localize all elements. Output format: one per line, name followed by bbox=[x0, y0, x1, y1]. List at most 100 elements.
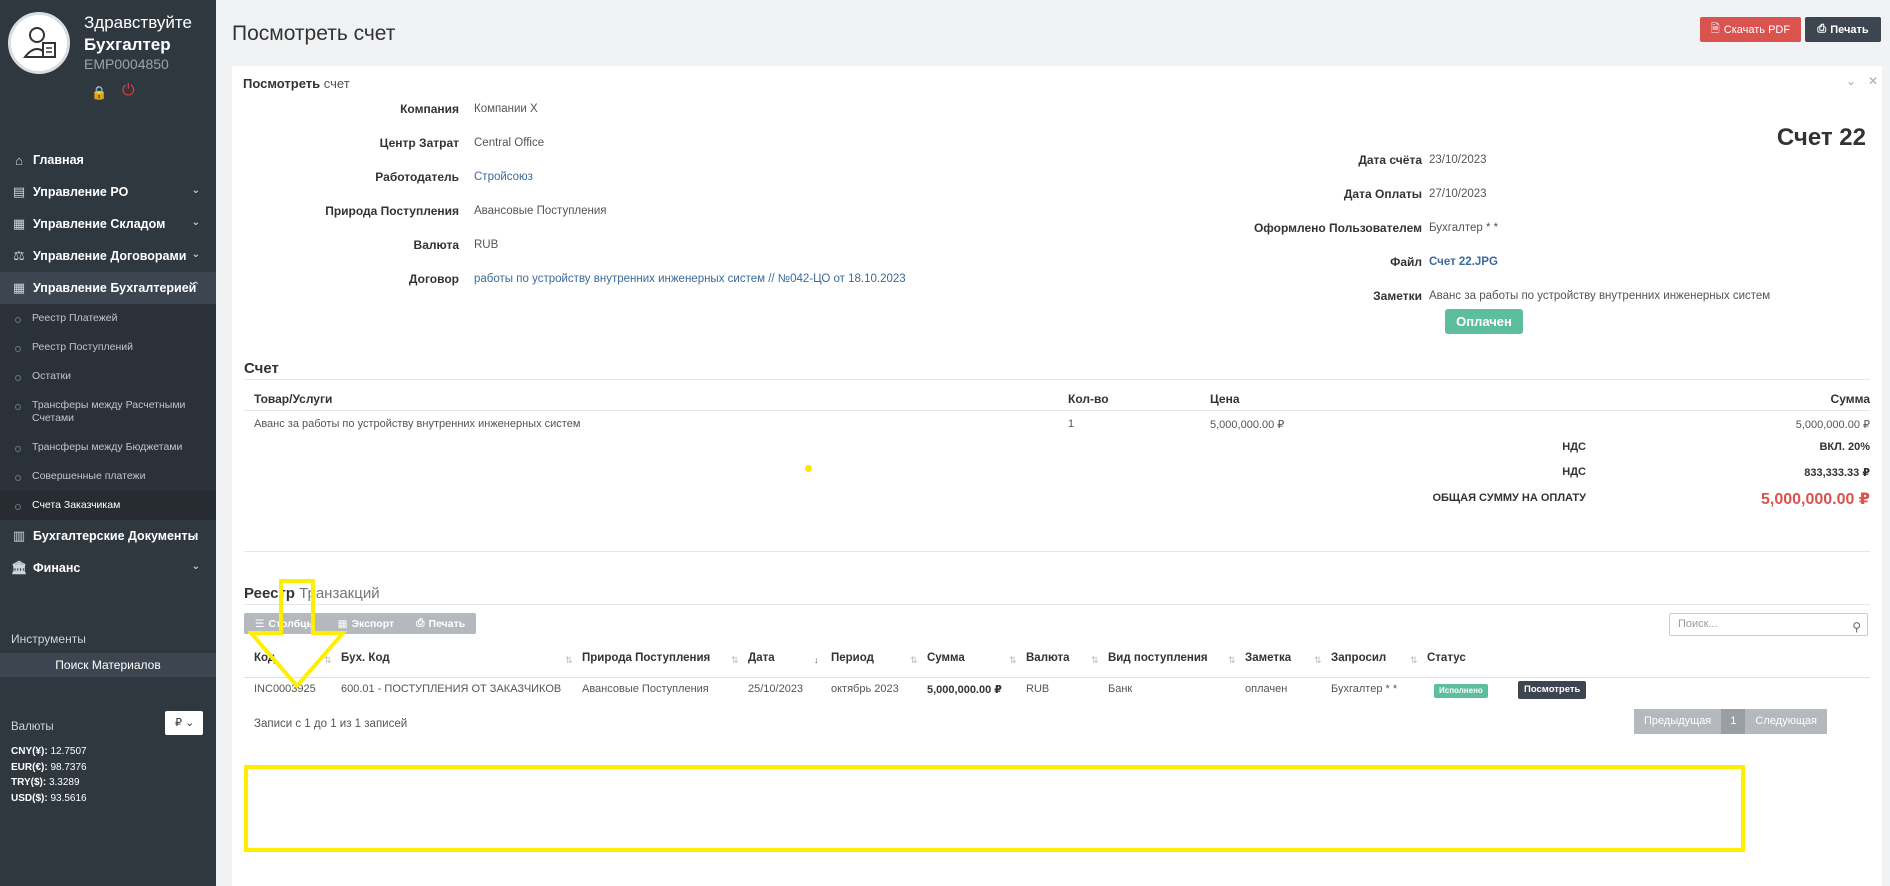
col-header-nature[interactable]: Природа Поступления bbox=[582, 652, 710, 664]
tools-title: Инструменты bbox=[11, 632, 86, 646]
material-search-button[interactable]: Поиск Материалов bbox=[0, 653, 216, 677]
pagination-prev[interactable]: Предыдущая bbox=[1634, 709, 1722, 734]
field-label-invoice-date: Дата счёта bbox=[1358, 153, 1422, 167]
sidebar-item-home[interactable]: ⌂ Главная bbox=[0, 144, 216, 176]
sidebar: Здравствуйте Бухгалтер EMP0004850 🔒 ⏻ ⌂ … bbox=[0, 0, 216, 886]
col-header-note[interactable]: Заметка bbox=[1245, 652, 1291, 664]
transaction-status-badge: Исполнено bbox=[1434, 684, 1488, 698]
search-input[interactable]: Поиск... ⚲ bbox=[1669, 613, 1868, 636]
home-icon: ⌂ bbox=[15, 152, 23, 168]
col-header-period[interactable]: Период bbox=[831, 652, 874, 664]
col-header-sum: Сумма bbox=[1830, 392, 1870, 406]
divider bbox=[244, 551, 1870, 552]
contract-link[interactable]: работы по устройству внутренних инженерн… bbox=[474, 273, 906, 285]
sidebar-item-label: Главная bbox=[33, 153, 84, 167]
sort-icon[interactable]: ⇅ bbox=[731, 655, 739, 666]
rate-row: CNY(¥): 12.7507 bbox=[11, 744, 87, 760]
submenu-item-completed-payments[interactable]: Совершенные платежи bbox=[0, 462, 216, 491]
lock-icon[interactable]: 🔒 bbox=[91, 85, 107, 101]
file-pdf-icon: 🗎 bbox=[1710, 23, 1720, 35]
sidebar-item-finance[interactable]: 🏛 Финанс ⌄ bbox=[0, 552, 216, 584]
field-label-notes: Заметки bbox=[1373, 289, 1422, 303]
sort-icon[interactable]: ⇅ bbox=[910, 655, 918, 666]
file-link[interactable]: Счет 22.JPG bbox=[1429, 256, 1498, 268]
field-value-income-nature: Авансовые Поступления bbox=[474, 205, 607, 217]
printer-icon: ⎙ bbox=[1817, 23, 1827, 35]
scale-icon: ⚖ bbox=[13, 248, 25, 263]
sidebar-item-accounting[interactable]: ▦ Управление Бухгалтерией ⌃ bbox=[0, 272, 216, 304]
table-print-label: Печать bbox=[428, 617, 466, 630]
col-header-acc-code[interactable]: Бух. Код bbox=[341, 652, 390, 664]
sort-icon[interactable]: ⇅ bbox=[565, 655, 573, 666]
employee-id: EMP0004850 bbox=[84, 56, 169, 72]
sidebar-item-warehouse[interactable]: ▦ Управление Складом ⌄ bbox=[0, 208, 216, 240]
sort-icon[interactable]: ⇅ bbox=[1410, 655, 1418, 666]
col-header-status[interactable]: Статус bbox=[1427, 652, 1466, 664]
pagination-next[interactable]: Следующая bbox=[1745, 709, 1827, 734]
employer-link[interactable]: Стройсоюз bbox=[474, 171, 533, 183]
sort-icon[interactable]: ⇅ bbox=[1228, 655, 1236, 666]
search-placeholder: Поиск... bbox=[1678, 618, 1718, 630]
col-header-type[interactable]: Вид поступления bbox=[1108, 652, 1208, 664]
col-header-price: Цена bbox=[1210, 392, 1240, 406]
rate-value: 3.3289 bbox=[48, 777, 80, 788]
currency-rates: CNY(¥): 12.7507 EUR(€): 98.7376 TRY($): … bbox=[11, 744, 87, 806]
vat-label-2: НДС bbox=[1562, 466, 1586, 478]
sidebar-item-contracts[interactable]: ⚖ Управление Договорами ⌄ bbox=[0, 240, 216, 272]
panel-title-rest: счет bbox=[323, 76, 350, 91]
sidebar-item-po[interactable]: ▤ Управление PO ⌄ bbox=[0, 176, 216, 208]
export-label: Экспорт bbox=[351, 617, 395, 630]
submenu-item-customer-invoices[interactable]: Счета Заказчикам bbox=[0, 491, 216, 520]
submenu-item-receipts[interactable]: Реестр Поступлений bbox=[0, 333, 216, 362]
printer-icon: ⎙ bbox=[416, 617, 425, 629]
field-value-invoice-date: 23/10/2023 bbox=[1429, 154, 1487, 166]
truck-icon: ▤ bbox=[12, 184, 26, 199]
chevron-up-icon: ⌃ bbox=[191, 281, 200, 292]
view-transaction-button[interactable]: Посмотреть bbox=[1518, 681, 1587, 699]
table-print-button[interactable]: ⎙ Печать bbox=[405, 613, 476, 634]
col-header-requested[interactable]: Запросил bbox=[1331, 652, 1386, 664]
bank-icon: 🏛 bbox=[11, 560, 28, 575]
avatar[interactable] bbox=[8, 12, 70, 74]
sort-icon[interactable]: ⇅ bbox=[1314, 655, 1322, 666]
collapse-icon[interactable]: ⌄ bbox=[1846, 74, 1856, 88]
invoice-item: Аванс за работы по устройству внутренних… bbox=[254, 418, 581, 430]
transaction-date: 25/10/2023 bbox=[748, 683, 804, 695]
sort-desc-icon[interactable]: ↓ bbox=[814, 655, 819, 665]
sort-icon[interactable]: ⇅ bbox=[1091, 655, 1099, 666]
rate-row: EUR(€): 98.7376 bbox=[11, 760, 87, 776]
currency-selected: ₽ bbox=[175, 717, 182, 729]
annotation-highlight-box bbox=[244, 765, 1745, 852]
field-label-employer: Работодатель bbox=[375, 170, 459, 184]
sort-icon[interactable]: ⇅ bbox=[1009, 655, 1017, 666]
close-icon[interactable]: ✕ bbox=[1868, 74, 1878, 88]
field-label-file: Файл bbox=[1390, 255, 1422, 269]
rate-row: USD($): 93.5616 bbox=[11, 791, 87, 807]
status-badge: Оплачен bbox=[1445, 309, 1523, 334]
rate-value: 93.5616 bbox=[50, 792, 87, 804]
submenu-item-balances[interactable]: Остатки bbox=[0, 362, 216, 391]
total-amount: 5,000,000.00 ₽ bbox=[1761, 491, 1870, 508]
print-button[interactable]: ⎙ Печать bbox=[1805, 17, 1881, 42]
chevron-down-icon: ⌄ bbox=[191, 561, 200, 572]
pagination: Предыдущая 1 Следующая bbox=[1634, 709, 1827, 734]
chevron-down-icon: ⌄ bbox=[191, 249, 200, 260]
sidebar-item-accounting-docs[interactable]: ▥ Бухгалтерские Документы ⌄ bbox=[0, 520, 216, 552]
col-header-date[interactable]: Дата bbox=[748, 652, 775, 664]
col-header-item: Товар/Услуги bbox=[254, 392, 333, 406]
col-header-sum[interactable]: Сумма bbox=[927, 652, 965, 664]
transaction-nature: Авансовые Поступления bbox=[582, 683, 709, 695]
submenu-item-budget-transfers[interactable]: Трансферы между Бюджетами bbox=[0, 433, 216, 462]
invoice-number: Счет 22 bbox=[1776, 124, 1866, 151]
currency-select[interactable]: ₽ ⌄ bbox=[165, 711, 203, 735]
divider bbox=[244, 604, 1870, 605]
col-header-currency[interactable]: Валюта bbox=[1026, 652, 1070, 664]
submenu-item-payments[interactable]: Реестр Платежей bbox=[0, 304, 216, 333]
power-icon[interactable]: ⏻ bbox=[122, 82, 135, 100]
pagination-page[interactable]: 1 bbox=[1721, 709, 1746, 734]
rate-value: 98.7376 bbox=[50, 761, 87, 773]
download-pdf-button[interactable]: 🗎 Скачать PDF bbox=[1700, 17, 1801, 42]
submenu-item-account-transfers[interactable]: Трансферы между Расчетными Счетами bbox=[0, 391, 216, 433]
search-icon: ⚲ bbox=[1852, 620, 1861, 634]
field-label-currency: Валюта bbox=[413, 238, 459, 252]
